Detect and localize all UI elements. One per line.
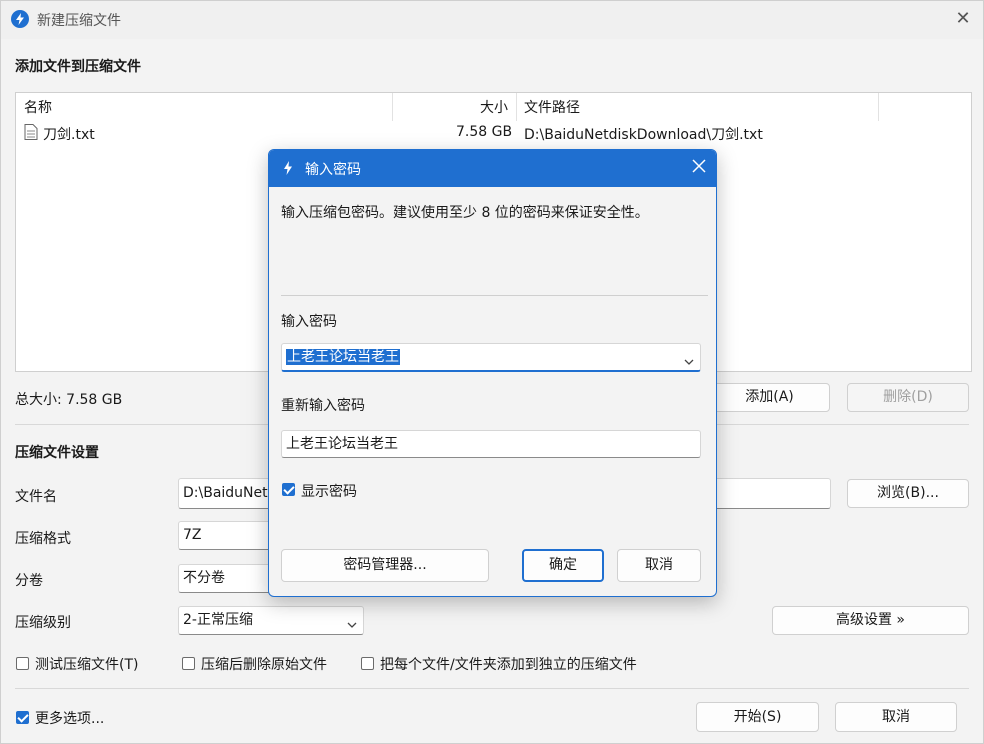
show-password-checkbox[interactable]: [282, 483, 295, 496]
app-logo-icon: [282, 161, 294, 179]
split-value: 不分卷: [183, 570, 225, 586]
ok-button[interactable]: 确定: [522, 549, 604, 582]
password-dialog: 输入密码 输入压缩包密码。建议使用至少 8 位的密码来保证安全性。 输入密码 上…: [268, 149, 717, 597]
chevron-down-icon[interactable]: [684, 350, 694, 377]
level-value: 2-正常压缩: [183, 612, 253, 628]
password-value: 上老王论坛当老王: [286, 349, 400, 365]
close-icon[interactable]: ✕: [951, 7, 975, 31]
advanced-settings-button[interactable]: 高级设置 »: [772, 606, 969, 635]
file-path: D:\BaiduNetdiskDownload\刀剑.txt: [524, 127, 763, 143]
browse-button[interactable]: 浏览(B)...: [847, 479, 969, 508]
level-label: 压缩级别: [15, 615, 71, 631]
settings-heading: 压缩文件设置: [15, 445, 99, 461]
column-header-size[interactable]: 大小: [480, 97, 508, 117]
start-button[interactable]: 开始(S): [696, 702, 819, 732]
column-header-path[interactable]: 文件路径: [524, 97, 580, 117]
delete-after-checkbox[interactable]: [182, 657, 195, 670]
show-password-label: 显示密码: [301, 484, 357, 500]
title-bar: 新建压缩文件 ✕: [1, 1, 983, 39]
dialog-title-bar: 输入密码: [269, 150, 716, 187]
format-value: 7Z: [183, 527, 202, 543]
add-button[interactable]: 添加(A): [709, 383, 830, 412]
app-logo-icon: [11, 10, 29, 28]
password-input[interactable]: 上老王论坛当老王: [281, 343, 701, 372]
column-header-name[interactable]: 名称: [24, 97, 52, 117]
cancel-button[interactable]: 取消: [835, 702, 957, 732]
test-archive-checkbox[interactable]: [16, 657, 29, 670]
more-options-label: 更多选项...: [35, 711, 105, 727]
window-title: 新建压缩文件: [37, 13, 121, 29]
table-row[interactable]: 刀剑.txt 7.58 GB D:\BaiduNetdiskDownload\刀…: [16, 121, 971, 145]
dialog-title: 输入密码: [305, 162, 361, 178]
text-file-icon: [24, 124, 38, 144]
divider: [15, 688, 969, 689]
file-size: 7.58 GB: [456, 124, 513, 140]
files-heading: 添加文件到压缩文件: [15, 59, 141, 75]
total-size: 总大小: 7.58 GB: [15, 392, 123, 408]
delete-after-label: 压缩后删除原始文件: [201, 657, 327, 673]
password-manager-button[interactable]: 密码管理器...: [281, 549, 489, 582]
password-label: 输入密码: [281, 314, 337, 330]
column-divider: [878, 93, 879, 121]
chevron-down-icon: [347, 613, 357, 640]
split-label: 分卷: [15, 573, 43, 589]
reenter-password-label: 重新输入密码: [281, 398, 365, 414]
format-label: 压缩格式: [15, 531, 71, 547]
filename-label: 文件名: [15, 489, 57, 505]
divider: [281, 295, 708, 296]
more-options-checkbox[interactable]: [16, 711, 29, 724]
dialog-hint: 输入压缩包密码。建议使用至少 8 位的密码来保证安全性。: [281, 205, 649, 221]
file-name: 刀剑.txt: [43, 127, 95, 143]
separate-archives-label: 把每个文件/文件夹添加到独立的压缩文件: [380, 657, 637, 673]
delete-button[interactable]: 删除(D): [847, 383, 969, 412]
level-select[interactable]: 2-正常压缩: [178, 606, 364, 635]
close-icon[interactable]: [692, 156, 706, 180]
reenter-password-input[interactable]: 上老王论坛当老王: [281, 430, 701, 458]
column-divider: [392, 93, 393, 121]
test-archive-label: 测试压缩文件(T): [35, 657, 139, 673]
column-divider: [516, 93, 517, 121]
separate-archives-checkbox[interactable]: [361, 657, 374, 670]
dialog-cancel-button[interactable]: 取消: [617, 549, 701, 582]
